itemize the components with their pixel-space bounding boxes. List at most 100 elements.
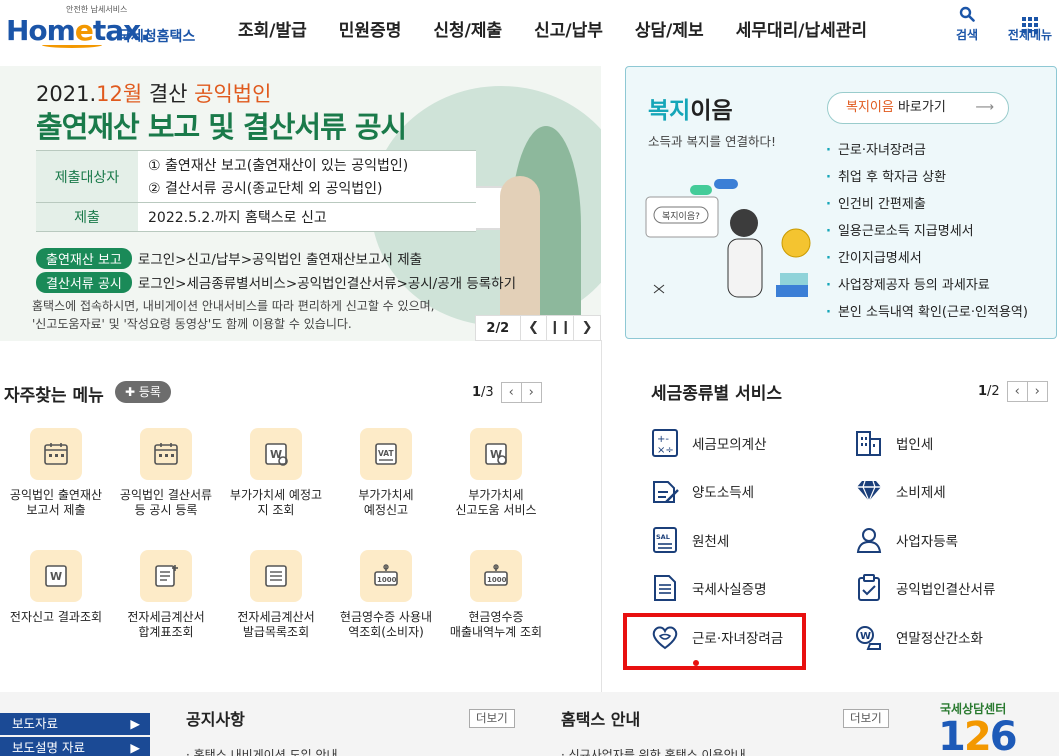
nav-consult-report[interactable]: 상담/제보 bbox=[635, 16, 704, 41]
chevron-right-icon: › bbox=[528, 385, 534, 400]
welfare-item[interactable]: 인건비 간편제출 bbox=[826, 191, 1028, 218]
svg-text:W: W bbox=[50, 570, 62, 583]
tax-services-prev-button[interactable]: ‹ bbox=[1006, 381, 1028, 402]
favorite-label: 부가가치세 예정고 bbox=[229, 488, 323, 502]
search-button[interactable]: 검색 bbox=[950, 6, 984, 43]
favorite-item[interactable]: 공익법인 출연재산 보고서 제출 bbox=[0, 428, 112, 518]
header: 안전한 납세서비스 Hometax. 국세청홈택스 조회/발급 민원증명 신청/… bbox=[0, 0, 1059, 60]
salary-document-icon: SAL bbox=[653, 527, 677, 553]
notice-item[interactable]: · 홈택스 내비게이션 도입 안내 bbox=[186, 746, 338, 756]
service-withholding[interactable]: SAL 원천세 bbox=[650, 525, 729, 555]
svg-text:1000: 1000 bbox=[377, 576, 397, 584]
banner-row-body: ① 출연재산 보고(출연재산이 있는 공익법인) ② 결산서류 공시(종교단체 외… bbox=[138, 150, 476, 203]
welfare-item[interactable]: 간이지급명세서 bbox=[826, 245, 1028, 272]
service-corporate-tax[interactable]: 법인세 bbox=[854, 428, 933, 458]
favorite-item[interactable]: W 부가가치세 예정고 지 조회 bbox=[220, 428, 332, 518]
favorites-next-button[interactable]: › bbox=[520, 382, 542, 403]
favorite-item[interactable]: 공익법인 결산서류 등 공시 등록 bbox=[110, 428, 222, 518]
welfare-shortcut-button[interactable]: 복지이음 바로가기 ⟶ bbox=[827, 92, 1009, 124]
favorite-item[interactable]: 1000 현금영수증 사용내 역조회(소비자) bbox=[330, 550, 442, 640]
svg-text:+-: +- bbox=[657, 434, 669, 445]
tax-call-center-banner[interactable]: 국세상담센터 126 bbox=[930, 700, 1050, 756]
nav-inquiry[interactable]: 조회/발급 bbox=[238, 16, 307, 41]
banner-row-body: 2022.5.2.까지 홈택스로 신고 bbox=[138, 202, 476, 232]
banner-prev-button[interactable]: ❮ bbox=[519, 316, 547, 340]
favorite-item[interactable]: 전자세금계산서 발급목록조회 bbox=[220, 550, 332, 640]
favorites-add-button[interactable]: ✚ 등록 bbox=[115, 381, 171, 403]
welfare-illustration: 복지이음? bbox=[645, 179, 811, 298]
nav-certificates[interactable]: 민원증명 bbox=[339, 16, 402, 41]
won-document-icon: W bbox=[30, 550, 82, 602]
building-icon bbox=[856, 431, 881, 456]
favorite-label: 합계표조회 bbox=[138, 625, 194, 639]
nav-application[interactable]: 신청/제출 bbox=[433, 16, 502, 41]
press-explanation-button[interactable]: 보도설명 자료 ▶ bbox=[0, 737, 150, 756]
banner-row-head: 제출 bbox=[36, 202, 138, 232]
favorite-item[interactable]: 1000 현금영수증 매출내역누계 조회 bbox=[440, 550, 552, 640]
svg-text:SAL: SAL bbox=[656, 533, 670, 541]
vat-icon: VAT bbox=[360, 428, 412, 480]
welfare-bubble: 복지이음? bbox=[662, 211, 700, 222]
arrow-right-icon: ⟶ bbox=[975, 100, 994, 115]
diamond-icon bbox=[857, 480, 881, 503]
welfare-panel: 복지이음 소득과 복지를 연결하다! 복지이음 바로가기⟶ 복지이음? 근로·자… bbox=[625, 66, 1057, 339]
favorite-label: 신고도움 서비스 bbox=[455, 503, 537, 517]
tax-services-title: 세금종류별 서비스 bbox=[651, 384, 783, 404]
clipboard-check-icon bbox=[858, 574, 880, 601]
favorites-pager: 1/3 ‹ › bbox=[472, 382, 542, 403]
svg-text:×÷: ×÷ bbox=[657, 445, 674, 456]
welfare-item[interactable]: 일용근로소득 지급명세서 bbox=[826, 218, 1028, 245]
service-excise-tax[interactable]: 소비제세 bbox=[854, 476, 946, 506]
won-document-icon: W bbox=[250, 428, 302, 480]
press-release-button[interactable]: 보도자료 ▶ bbox=[0, 713, 150, 735]
service-year-end-settlement[interactable]: W 연말정산간소화 bbox=[854, 622, 983, 652]
service-tax-simulation[interactable]: +- ×÷ 세금모의계산 bbox=[650, 428, 767, 458]
tax-services-next-button[interactable]: › bbox=[1026, 381, 1048, 402]
favorite-label: 지 조회 bbox=[257, 503, 295, 517]
guide-more-button[interactable]: 더보기 bbox=[843, 709, 889, 728]
favorite-label: 전자세금계산서 bbox=[237, 610, 315, 624]
welfare-item[interactable]: 사업장제공자 등의 과세자료 bbox=[826, 272, 1028, 299]
tax-services-page-indicator: 1/2 bbox=[978, 384, 1000, 399]
cursor-marker bbox=[693, 660, 699, 666]
main-banner[interactable]: 2021.12월 결산 공익법인 출연재산 보고 및 결산서류 공시 제출대상자… bbox=[0, 66, 601, 341]
grid-icon bbox=[1002, 6, 1058, 33]
calendar-icon bbox=[30, 428, 82, 480]
cash-receipt-icon: 1000 bbox=[360, 550, 412, 602]
banner-path-2: 결산서류 공시 로그인>세금종류별서비스>공익법인결산서류>공시/공개 등록하기 bbox=[36, 272, 516, 293]
favorite-item[interactable]: 전자세금계산서 합계표조회 bbox=[110, 550, 222, 640]
nav-filing-payment[interactable]: 신고/납부 bbox=[534, 16, 603, 41]
banner-pause-button[interactable]: ❙❙ bbox=[546, 316, 573, 340]
notice-title: 공지사항 bbox=[186, 710, 245, 729]
favorite-label: 공익법인 결산서류 bbox=[119, 488, 213, 502]
chevron-left-icon: ‹ bbox=[1014, 384, 1020, 399]
notice-more-button[interactable]: 더보기 bbox=[469, 709, 515, 728]
service-tax-certificate[interactable]: 국세사실증명 bbox=[650, 573, 767, 603]
service-earned-income-credit[interactable]: 근로·자녀장려금 bbox=[650, 622, 783, 652]
call-center-number: 126 bbox=[938, 714, 1018, 756]
cash-receipt-icon: 1000 bbox=[470, 550, 522, 602]
favorite-item[interactable]: W 부가가치세 신고도움 서비스 bbox=[440, 428, 552, 518]
nav-tax-agent[interactable]: 세무대리/납세관리 bbox=[736, 16, 867, 41]
chevron-left-icon: ‹ bbox=[508, 385, 514, 400]
favorite-item[interactable]: VAT 부가가치세 예정신고 bbox=[330, 428, 442, 518]
service-capital-gains[interactable]: 양도소득세 bbox=[650, 476, 754, 506]
heart-leaf-icon bbox=[652, 626, 678, 650]
service-business-registration[interactable]: 사업자등록 bbox=[854, 525, 958, 555]
welfare-item[interactable]: 본인 소득내역 확인(근로·인적용역) bbox=[826, 299, 1028, 326]
svg-text:1000: 1000 bbox=[487, 576, 507, 584]
banner-next-button[interactable]: ❯ bbox=[573, 316, 600, 340]
welfare-item[interactable]: 취업 후 학자금 상환 bbox=[826, 164, 1028, 191]
chevron-right-icon: › bbox=[1034, 384, 1040, 399]
welfare-item[interactable]: 근로·자녀장려금 bbox=[826, 137, 1028, 164]
all-menu-button[interactable]: 전체메뉴 bbox=[1002, 6, 1058, 43]
service-public-interest-settlement[interactable]: 공익법인결산서류 bbox=[854, 573, 995, 603]
favorites-prev-button[interactable]: ‹ bbox=[500, 382, 522, 403]
favorite-item[interactable]: W 전자신고 결과조회 bbox=[0, 550, 112, 625]
bottom-section bbox=[0, 692, 1059, 756]
guide-item[interactable]: · 신규사업자를 위한 홈택스 이용안내 bbox=[561, 746, 746, 756]
favorite-label: 전자신고 결과조회 bbox=[9, 610, 103, 624]
favorites-page-indicator: 1/3 bbox=[472, 385, 494, 400]
hometax-logo[interactable]: 안전한 납세서비스 Hometax. 국세청홈택스 bbox=[6, 4, 206, 52]
banner-title-main: 출연재산 보고 및 결산서류 공시 bbox=[36, 110, 407, 144]
